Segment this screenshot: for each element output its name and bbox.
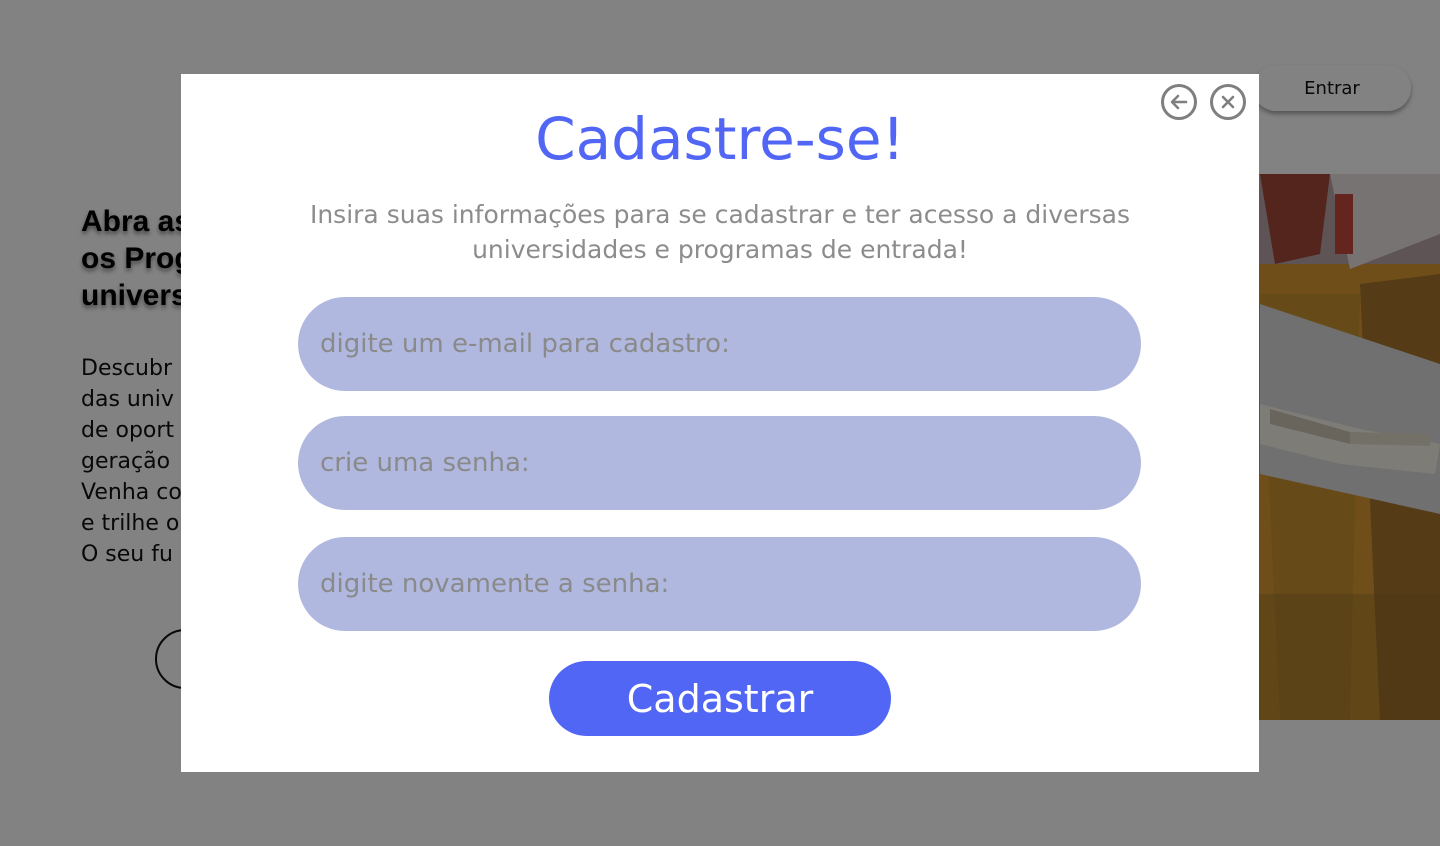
email-field[interactable]	[298, 297, 1141, 391]
modal-title: Cadastre-se!	[535, 105, 905, 173]
signup-modal: Cadastre-se! Insira suas informações par…	[181, 74, 1259, 772]
modal-subtitle: Insira suas informações para se cadastra…	[309, 200, 1131, 264]
password-field[interactable]	[298, 416, 1141, 510]
signup-submit-button[interactable]: Cadastrar	[549, 661, 891, 736]
confirm-password-field[interactable]	[298, 537, 1141, 631]
